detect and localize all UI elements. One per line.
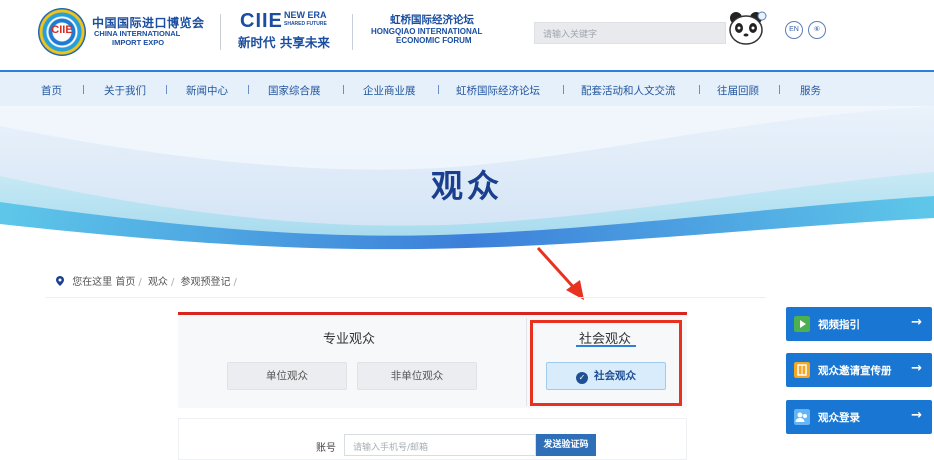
breadcrumb-registration[interactable]: 参观预登记 (181, 277, 231, 288)
nav-item-about[interactable]: 关于我们 (104, 83, 146, 98)
logo-emblem-text: CIIE (51, 24, 73, 36)
nav-divider (563, 85, 564, 94)
ciie-logo-emblem[interactable]: CIIE (38, 8, 86, 56)
site-header: CIIE 中国国际进口博览会 CHINA INTERNATIONAL IMPOR… (0, 0, 934, 70)
brand-slogan: 新时代 共享未来 (238, 35, 330, 50)
nav-item-services[interactable]: 服务 (800, 83, 821, 98)
nav-divider (779, 85, 780, 94)
page-title: 观众 (430, 167, 503, 205)
nav-item-hongqiao-forum[interactable]: 虹桥国际经济论坛 (456, 83, 540, 98)
account-label: 账号 (316, 443, 336, 454)
arrow-right-icon: → (911, 408, 922, 423)
logo-english-line1: CHINA INTERNATIONAL (94, 29, 181, 38)
nav-divider (343, 85, 344, 94)
divider-line (46, 297, 766, 298)
nav-divider (438, 85, 439, 94)
send-code-button[interactable]: 发送验证码 (536, 434, 596, 456)
non-unit-visitor-button[interactable]: 非单位观众 (357, 362, 477, 390)
nav-divider (83, 85, 84, 94)
arrow-right-icon: → (911, 361, 922, 376)
language-en-button[interactable]: EN (785, 21, 803, 39)
annotation-highlight-box (530, 320, 682, 406)
nav-item-business-exhibition[interactable]: 企业商业展 (363, 83, 416, 98)
arrow-right-icon: → (911, 315, 922, 330)
nav-item-home[interactable]: 首页 (41, 83, 62, 98)
nav-item-events[interactable]: 配套活动和人文交流 (581, 83, 676, 98)
user-login-icon (794, 409, 810, 425)
visitor-login-button[interactable]: 观众登录 → (786, 400, 932, 434)
brand-shared-future: SHARED FUTURE (284, 21, 327, 27)
nav-divider (699, 85, 700, 94)
annotation-arrow-icon (536, 246, 584, 300)
forum-chinese-name: 虹桥国际经济论坛 (390, 14, 474, 26)
visitor-login-label: 观众登录 (818, 412, 860, 424)
brand-new-era: NEW ERA (284, 10, 327, 20)
nav-item-country-exhibition[interactable]: 国家综合展 (268, 83, 321, 98)
ciie-brand-mark: CIIE (240, 10, 283, 32)
video-icon (794, 316, 810, 332)
nav-divider (248, 85, 249, 94)
logo-english-line2: IMPORT EXPO (112, 38, 165, 47)
panel-divider (526, 318, 527, 406)
brochure-label: 观众邀请宣传册 (818, 365, 892, 377)
video-guide-button[interactable]: 视频指引 → (786, 307, 932, 341)
breadcrumb: 您在这里 首页 / 观众 / 参观预登记 / (56, 273, 240, 288)
breadcrumb-home[interactable]: 首页 (115, 277, 135, 288)
forum-english-line1: HONGQIAO INTERNATIONAL (371, 27, 483, 36)
breadcrumb-visitors[interactable]: 观众 (148, 277, 168, 288)
location-pin-icon (56, 276, 64, 286)
nav-item-news[interactable]: 新闻中心 (186, 83, 228, 98)
breadcrumb-separator: / (233, 277, 237, 288)
breadcrumb-separator: / (138, 277, 142, 288)
search-input[interactable]: 请输入关键字 (534, 22, 726, 44)
main-navigation: 首页 关于我们 新闻中心 国家综合展 企业商业展 虹桥国际经济论坛 配套活动和人… (0, 70, 934, 106)
brochure-button[interactable]: 观众邀请宣传册 → (786, 353, 932, 387)
video-guide-label: 视频指引 (818, 319, 860, 331)
forum-english-line2: ECONOMIC FORUM (396, 36, 472, 45)
brochure-icon (794, 362, 810, 378)
professional-visitors-title: 专业观众 (323, 332, 376, 347)
nav-divider (166, 85, 167, 94)
language-other-button[interactable]: ⑥ (808, 21, 826, 39)
page-banner: 观众 (0, 106, 934, 252)
header-separator (220, 14, 221, 50)
breadcrumb-prefix: 您在这里 (72, 277, 113, 288)
account-input[interactable]: 请输入手机号/邮箱 (344, 434, 536, 456)
nav-item-review[interactable]: 往届回顾 (717, 83, 759, 98)
unit-visitor-button[interactable]: 单位观众 (227, 362, 347, 390)
panda-mascot-icon (729, 11, 767, 45)
header-separator (352, 14, 353, 50)
breadcrumb-separator: / (170, 277, 175, 288)
